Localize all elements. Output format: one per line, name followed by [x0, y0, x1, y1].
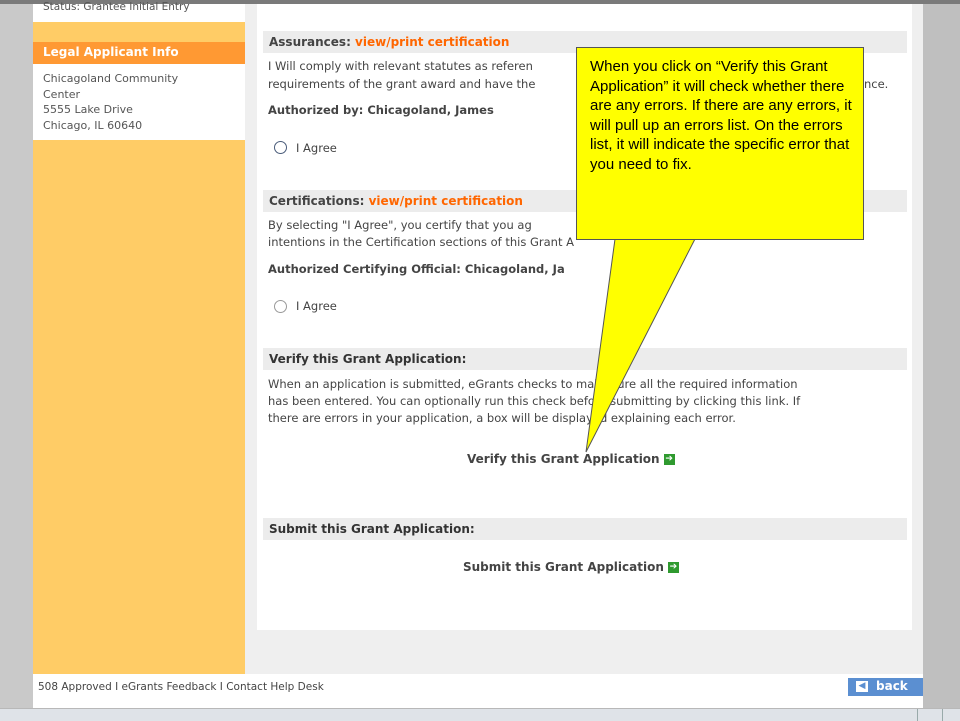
- left-gutter: [0, 4, 33, 720]
- submit-application-label: Submit this Grant Application: [463, 560, 664, 574]
- arrow-right-icon: ➔: [667, 562, 679, 573]
- assurances-text-2: requirements of the grant award and have…: [268, 77, 536, 91]
- assurances-text-1: I Will comply with relevant statutes as …: [268, 59, 533, 73]
- certifications-text-1: By selecting "I Agree", you certify that…: [268, 218, 532, 232]
- assurances-title: Assurances:: [269, 35, 356, 49]
- status-bar: [0, 708, 960, 721]
- status-line: Status: Grantee Initial Entry: [33, 1, 245, 22]
- certifications-text-2: intentions in the Certification sections…: [268, 235, 574, 249]
- status-text: Status: Grantee Initial Entry: [43, 1, 190, 13]
- submit-application-link[interactable]: Submit this Grant Application ➔: [463, 560, 679, 574]
- address-line: Center: [43, 87, 81, 101]
- submit-header: Submit this Grant Application:: [263, 518, 907, 540]
- footer-links[interactable]: 508 Approved I eGrants Feedback I Contac…: [38, 681, 324, 693]
- assurances-agree-radio[interactable]: [274, 141, 287, 154]
- address-line: Chicago, IL 60640: [43, 118, 143, 132]
- certifications-agree-radio[interactable]: [274, 300, 287, 313]
- verify-text-2: has been entered. You can optionally run…: [268, 394, 801, 408]
- verify-text-1: When an application is submitted, eGrant…: [268, 377, 798, 391]
- back-label: back: [876, 679, 908, 693]
- legal-applicant-address: Chicagoland Community Center 5555 Lake D…: [33, 64, 245, 140]
- back-button[interactable]: ◀ back: [848, 678, 923, 696]
- verify-application-label: Verify this Grant Application: [467, 452, 660, 466]
- assurances-agree-label: I Agree: [296, 141, 337, 155]
- help-callout: When you click on “Verify this Grant App…: [576, 47, 864, 240]
- assurances-text-tail: nce.: [864, 77, 889, 91]
- verify-title: Verify this Grant Application:: [269, 352, 467, 366]
- legal-applicant-title: Legal Applicant Info: [43, 45, 179, 59]
- certifications-agree-label: I Agree: [296, 299, 337, 313]
- verify-header: Verify this Grant Application:: [263, 348, 907, 370]
- legal-applicant-header: Legal Applicant Info: [33, 42, 245, 64]
- verify-text-3: there are errors in your application, a …: [268, 411, 736, 425]
- assurances-print-link[interactable]: view/print certification: [355, 35, 509, 49]
- address-line: Chicagoland Community: [43, 72, 179, 85]
- certifications-print-link[interactable]: view/print certification: [369, 194, 523, 208]
- back-arrow-icon: ◀: [856, 681, 868, 692]
- window-scrollbar[interactable]: [923, 4, 960, 710]
- footer: 508 Approved I eGrants Feedback I Contac…: [33, 674, 923, 708]
- submit-title: Submit this Grant Application:: [269, 522, 475, 536]
- certifying-official: Authorized Certifying Official: Chicagol…: [268, 262, 565, 276]
- arrow-right-icon: ➔: [663, 454, 675, 465]
- callout-text: When you click on “Verify this Grant App…: [590, 58, 852, 173]
- verify-application-link[interactable]: Verify this Grant Application ➔: [467, 452, 675, 466]
- status-bar-divider: [942, 709, 943, 721]
- certifications-title: Certifications:: [269, 194, 369, 208]
- status-bar-divider: [917, 709, 918, 721]
- address-line: 5555 Lake Drive: [43, 103, 133, 116]
- assurances-authorized-by: Authorized by: Chicagoland, James: [268, 103, 494, 117]
